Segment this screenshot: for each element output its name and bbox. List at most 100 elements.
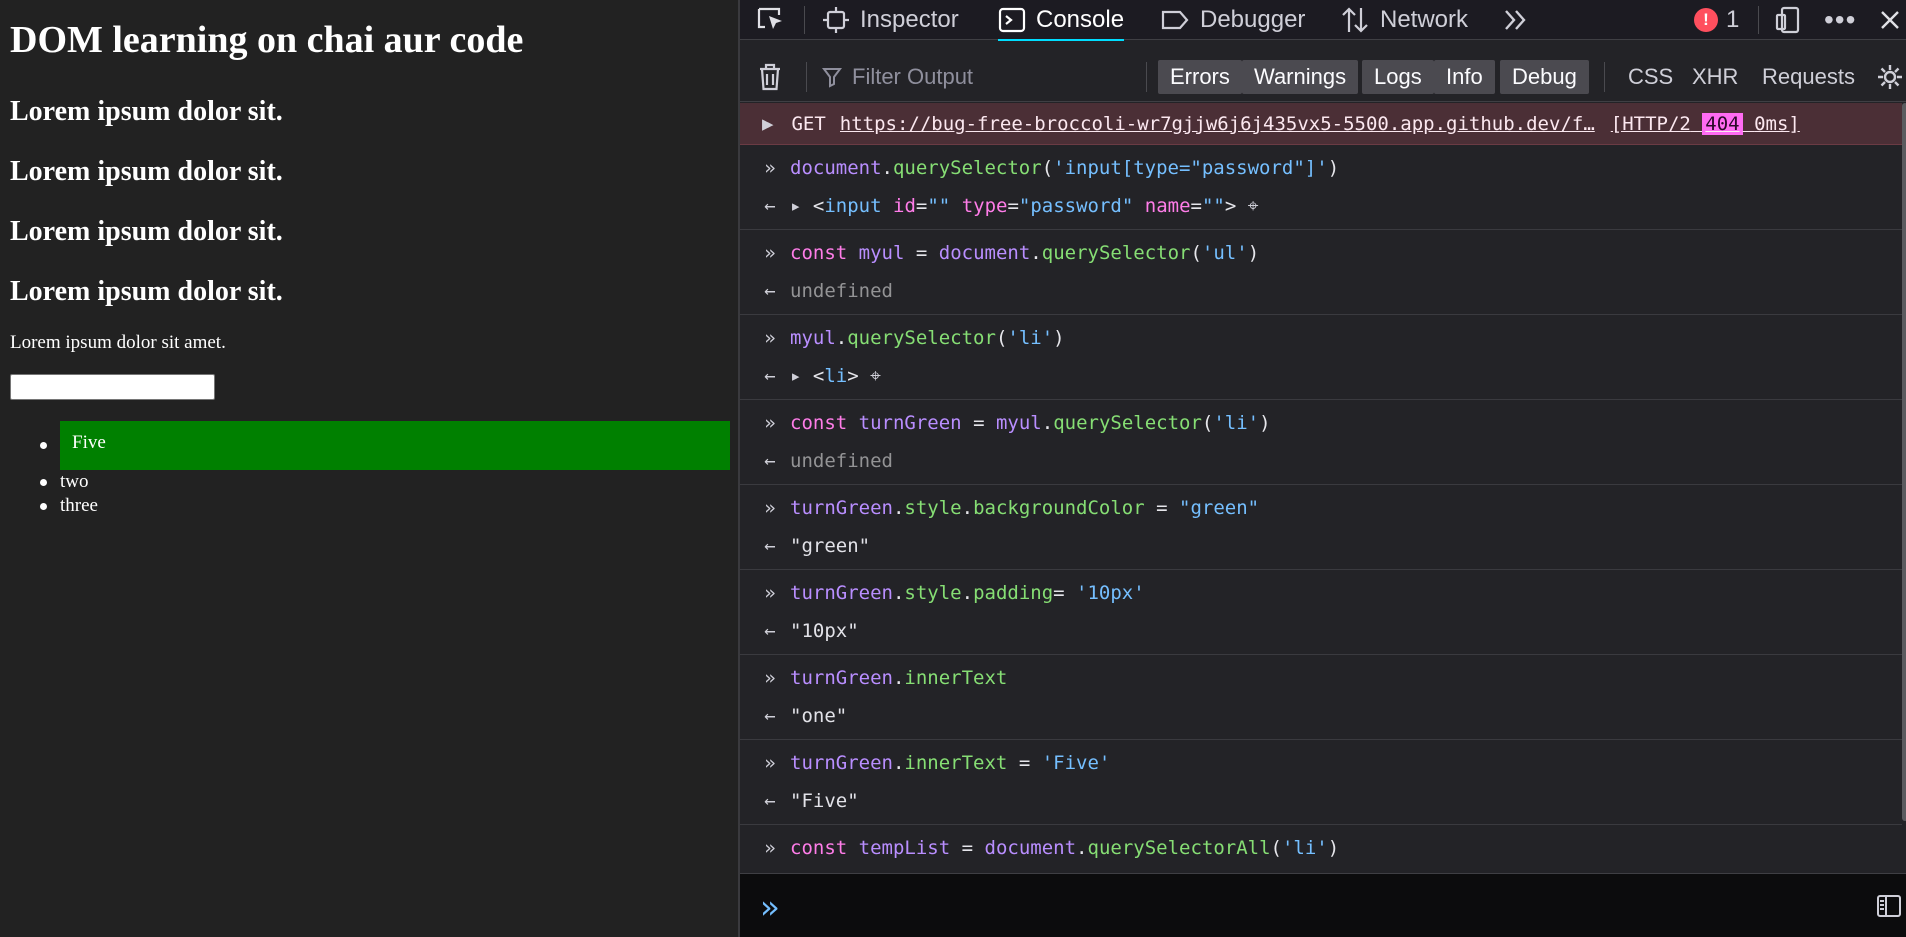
console-input-line: » turnGreen.innerText = 'Five' (740, 744, 1902, 782)
console-result-node[interactable]: ▸ <li> ⌖ (790, 365, 881, 387)
trash-icon[interactable] (756, 61, 784, 93)
console-input-line: » turnGreen.style.padding= '10px' (740, 574, 1902, 612)
filter-logs-button[interactable]: Logs (1362, 60, 1434, 94)
network-error-row[interactable]: ▶ GET https://bug-free-broccoli-wr7gjjw6… (740, 103, 1902, 145)
inspect-node-icon[interactable]: ⌖ (1248, 195, 1259, 217)
console-entry: » const tempList = document.querySelecto… (740, 825, 1902, 871)
console-result-text: "10px" (790, 620, 859, 642)
filter-warnings-button[interactable]: Warnings (1242, 60, 1359, 94)
console-result-line: ← ▸ <input id="" type="password" name=""… (740, 187, 1902, 225)
console-input-line: » turnGreen.style.backgroundColor = "gre… (740, 489, 1902, 527)
prompt-icon: » (764, 752, 776, 774)
responsive-design-icon[interactable] (1774, 0, 1802, 40)
prompt-icon: » (764, 242, 776, 264)
console-result-line: ← "10px" (740, 612, 1902, 650)
request-method: GET (791, 112, 826, 135)
tab-network[interactable]: Network (1340, 0, 1468, 40)
console-result-node[interactable]: ▸ <input id="" type="password" name=""> … (790, 195, 1258, 217)
console-entry: » turnGreen.style.padding= '10px' ← "10p… (740, 570, 1902, 655)
console-icon (998, 6, 1026, 34)
request-url[interactable]: https://bug-free-broccoli-wr7gjjw6j6j435… (840, 113, 1595, 135)
console-entry: » turnGreen.innerText ← "one" (740, 655, 1902, 740)
tab-console-label: Console (1036, 6, 1125, 33)
devtools-tabbar: Inspector Console Debugger Network ! 1 •… (740, 0, 1906, 41)
console-input-text[interactable]: myul.querySelector('li') (790, 327, 1065, 349)
devtools-panel: Inspector Console Debugger Network ! 1 •… (738, 0, 1906, 937)
console-input-text[interactable]: const turnGreen = myul.querySelector('li… (790, 412, 1271, 434)
console-input[interactable] (810, 884, 1810, 928)
subheading-4: Lorem ipsum dolor sit. (10, 276, 283, 307)
console-scrollbar[interactable] (1902, 103, 1906, 821)
filter-xhr-button[interactable]: XHR (1692, 60, 1738, 94)
subheading-3: Lorem ipsum dolor sit. (10, 216, 283, 247)
expand-triangle-icon[interactable]: ▶ (762, 113, 773, 135)
tab-separator (804, 6, 805, 34)
element-picker-icon[interactable] (756, 0, 786, 40)
console-entry: » turnGreen.innerText = 'Five' ← "Five" (740, 740, 1902, 825)
console-input-line: » const tempList = document.querySelecto… (740, 829, 1902, 867)
console-entry: » document.querySelector('input[type="pa… (740, 145, 1902, 230)
console-result-line: ← undefined (740, 272, 1902, 310)
prompt-icon: » (764, 582, 776, 604)
prompt-icon: » (764, 837, 776, 859)
meatball-menu-icon[interactable]: ••• (1824, 0, 1856, 40)
prompt-icon: » (764, 157, 776, 179)
console-input-line: » myul.querySelector('li') (740, 319, 1902, 357)
console-result-text: "one" (790, 705, 848, 727)
filter-errors-button[interactable]: Errors (1158, 60, 1242, 94)
filter-icon (822, 66, 842, 88)
close-icon[interactable] (1878, 0, 1902, 40)
password-input[interactable] (10, 374, 215, 400)
sidebar-toggle-icon[interactable] (1876, 894, 1902, 918)
prompt-icon: » (764, 497, 776, 519)
error-count: 1 (1726, 6, 1740, 33)
console-input-text[interactable]: document.querySelector('input[type="pass… (790, 157, 1339, 179)
tab-inspector-label: Inspector (860, 6, 959, 33)
result-arrow-icon: ← (764, 450, 776, 472)
prompt-icon: » (764, 412, 776, 434)
result-arrow-icon: ← (764, 620, 776, 642)
result-arrow-icon: ← (764, 705, 776, 727)
console-input-line: » document.querySelector('input[type="pa… (740, 149, 1902, 187)
settings-icon[interactable] (1876, 63, 1904, 91)
console-input-line: » turnGreen.innerText (740, 659, 1902, 697)
console-entry: » const myul = document.querySelector('u… (740, 230, 1902, 315)
request-protocol: [HTTP/2 (1610, 112, 1691, 135)
tab-console[interactable]: Console (998, 0, 1125, 41)
prompt-icon: » (764, 327, 776, 349)
page-viewport: DOM learning on chai aur code Lorem ipsu… (0, 0, 738, 937)
error-icon: ! (1694, 8, 1718, 32)
list-item: three (40, 494, 730, 518)
filter-css-button[interactable]: CSS (1628, 60, 1673, 94)
console-result-line: ← ▸ <li> ⌖ (740, 357, 1902, 395)
status-code-badge: 404 (1702, 112, 1743, 135)
console-result-line: ← "one" (740, 697, 1902, 735)
console-input-text[interactable]: turnGreen.innerText (790, 667, 1007, 689)
inspect-node-icon[interactable]: ⌖ (870, 365, 881, 387)
console-result-text: "Five" (790, 790, 859, 812)
page-list: Five two three (0, 421, 730, 518)
filter-output-input[interactable]: Filter Output (822, 62, 973, 92)
console-input-text[interactable]: turnGreen.style.backgroundColor = "green… (790, 497, 1259, 519)
console-input-text[interactable]: const myul = document.querySelector('ul'… (790, 242, 1259, 264)
filter-info-button[interactable]: Info (1434, 60, 1495, 94)
result-arrow-icon: ← (764, 535, 776, 557)
filter-debug-button[interactable]: Debug (1500, 60, 1589, 94)
console-input-text[interactable]: turnGreen.style.padding= '10px' (790, 582, 1145, 604)
console-input-text[interactable]: turnGreen.innerText = 'Five' (790, 752, 1110, 774)
result-arrow-icon: ← (764, 280, 776, 302)
console-input-text[interactable]: const tempList = document.querySelectorA… (790, 837, 1339, 859)
subheading-1: Lorem ipsum dolor sit. (10, 96, 283, 127)
debugger-icon (1160, 6, 1190, 34)
error-counter[interactable]: ! 1 (1694, 0, 1739, 40)
prompt-icon: » (764, 667, 776, 689)
more-tabs-icon[interactable] (1502, 0, 1530, 40)
page-heading: DOM learning on chai aur code (10, 19, 524, 61)
tab-debugger[interactable]: Debugger (1160, 0, 1305, 40)
console-entry: » myul.querySelector('li') ← ▸ <li> ⌖ (740, 315, 1902, 400)
tab-inspector[interactable]: Inspector (822, 0, 959, 40)
filter-requests-button[interactable]: Requests (1762, 60, 1855, 94)
list-item: two (40, 470, 730, 494)
filter-placeholder: Filter Output (852, 64, 974, 89)
console-toolbar: Filter Output Errors Warnings Logs Info … (740, 52, 1906, 102)
